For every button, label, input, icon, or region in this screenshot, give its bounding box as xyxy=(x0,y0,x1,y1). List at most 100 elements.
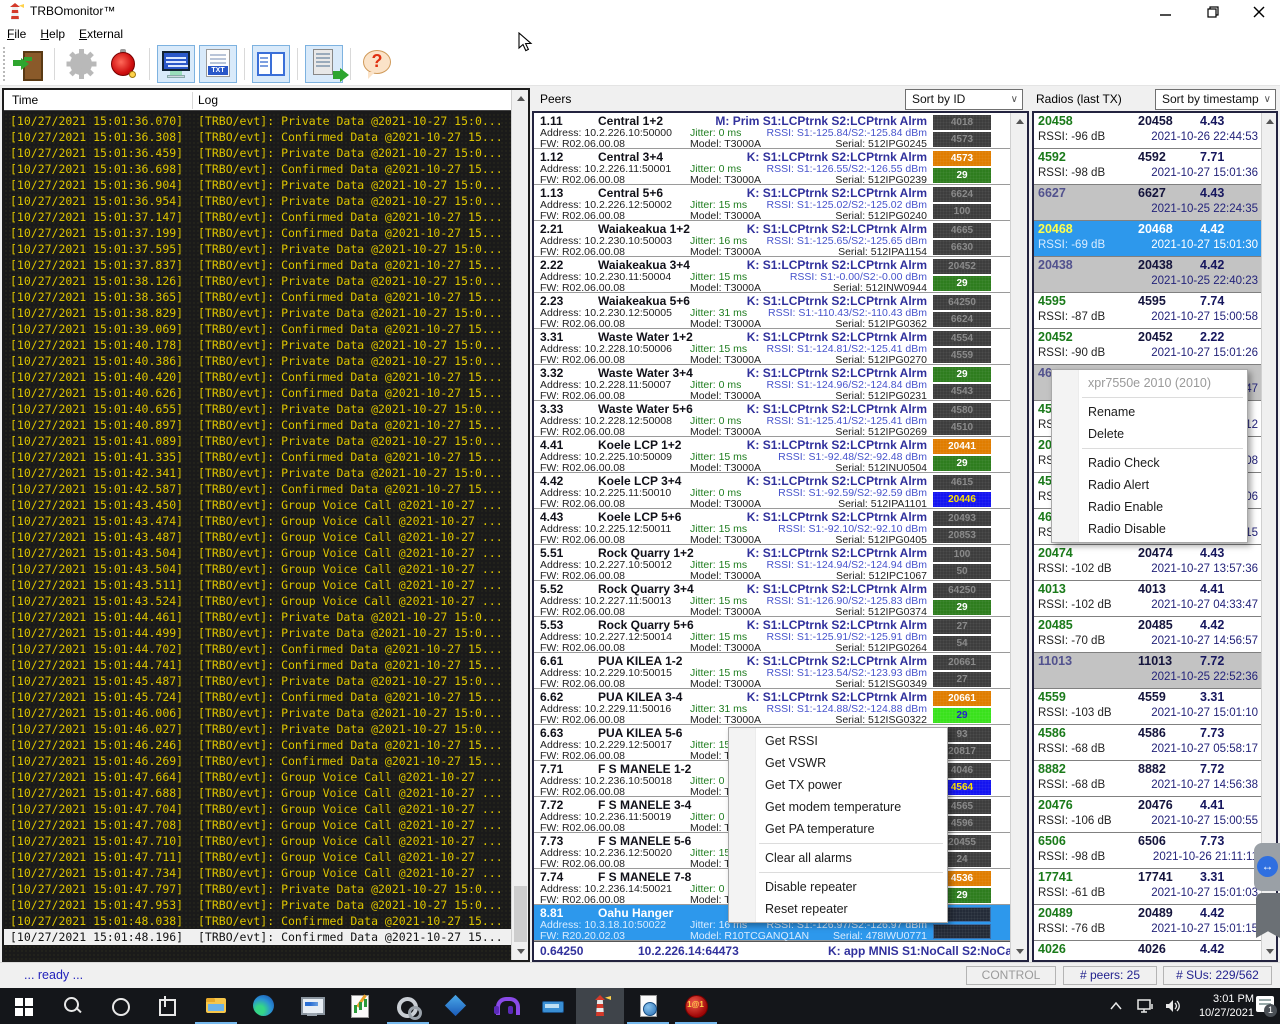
log-row[interactable]: [10/27/2021 15:01:37.199][TRBO/evt]: Con… xyxy=(4,225,511,241)
peer-row[interactable]: 4.43Koele LCP 5+6K: S1:LCPtrnk S2:LCPtrn… xyxy=(534,509,1011,545)
radio-row[interactable]: 459545957.74RSSI: -87 dB2021-10-27 15:00… xyxy=(1034,293,1261,329)
restore-button[interactable] xyxy=(1196,0,1230,24)
menu-item-rename[interactable]: Rename xyxy=(1052,401,1247,423)
log-row[interactable]: [10/27/2021 15:01:43.474][TRBO/evt]: Gro… xyxy=(4,513,511,529)
log-scroll-thumb[interactable] xyxy=(514,886,527,942)
log-row[interactable]: [10/27/2021 15:01:40.178][TRBO/evt]: Pri… xyxy=(4,337,511,353)
radios-scrollbar[interactable] xyxy=(1261,113,1276,960)
log-row[interactable]: [10/27/2021 15:01:37.147][TRBO/evt]: Con… xyxy=(4,209,511,225)
radio-row[interactable]: 402640264.42 xyxy=(1034,941,1261,962)
log-column-divider[interactable] xyxy=(192,92,193,109)
taskbar-log-viewer[interactable] xyxy=(336,988,384,1024)
peers-scrollbar[interactable] xyxy=(1010,113,1027,960)
log-row[interactable]: [10/27/2021 15:01:43.504][TRBO/evt]: Gro… xyxy=(4,561,511,577)
taskbar-device-app[interactable] xyxy=(528,988,576,1024)
log-row[interactable]: [10/27/2021 15:01:47.734][TRBO/evt]: Gro… xyxy=(4,865,511,881)
log-row[interactable]: [10/27/2021 15:01:38.365][TRBO/evt]: Con… xyxy=(4,289,511,305)
alarm-bell-button[interactable] xyxy=(104,45,142,83)
radio-row[interactable]: 20468204684.42RSSI: -69 dB2021-10-27 15:… xyxy=(1034,221,1261,257)
log-row[interactable]: [10/27/2021 15:01:47.708][TRBO/evt]: Gro… xyxy=(4,817,511,833)
exit-door-button[interactable] xyxy=(9,45,47,83)
log-row[interactable]: [10/27/2021 15:01:36.954][TRBO/evt]: Pri… xyxy=(4,193,511,209)
scroll-down-icon[interactable] xyxy=(512,943,529,960)
log-scrollbar[interactable] xyxy=(511,90,528,960)
menu-item-disable-repeater[interactable]: Disable repeater xyxy=(729,876,947,898)
log-row[interactable]: [10/27/2021 15:01:43.524][TRBO/evt]: Gro… xyxy=(4,593,511,609)
log-row[interactable]: [10/27/2021 15:01:36.308][TRBO/evt]: Con… xyxy=(4,129,511,145)
minimize-button[interactable] xyxy=(1148,0,1182,24)
menu-item-radio-alert[interactable]: Radio Alert xyxy=(1052,474,1247,496)
monitor-log-button[interactable] xyxy=(157,45,195,83)
log-row[interactable]: [10/27/2021 15:01:43.504][TRBO/evt]: Gro… xyxy=(4,545,511,561)
radio-row[interactable]: 20458204584.43RSSI: -96 dB2021-10-26 22:… xyxy=(1034,113,1261,149)
taskbar-search[interactable] xyxy=(48,988,96,1024)
radio-row[interactable]: 20485204854.42RSSI: -70 dB2021-10-27 14:… xyxy=(1034,617,1261,653)
menu-item-get-pa-temperature[interactable]: Get PA temperature xyxy=(729,818,947,840)
log-row[interactable]: [10/27/2021 15:01:45.487][TRBO/evt]: Pri… xyxy=(4,673,511,689)
log-row[interactable]: [10/27/2021 15:01:48.038][TRBO/evt]: Con… xyxy=(4,913,511,929)
log-row[interactable]: [10/27/2021 15:01:36.070][TRBO/evt]: Pri… xyxy=(4,113,511,129)
log-row[interactable]: [10/27/2021 15:01:38.829][TRBO/evt]: Pri… xyxy=(4,305,511,321)
radio-row[interactable]: 650665067.73RSSI: -98 dB2021-10-26 21:11… xyxy=(1034,833,1261,869)
taskbar-trbomonitor[interactable] xyxy=(576,988,624,1024)
peer-row[interactable]: 1.12Central 3+4K: S1:LCPtrnk S2:LCPtrnk … xyxy=(534,149,1011,185)
log-row[interactable]: [10/27/2021 15:01:46.027][TRBO/evt]: Pri… xyxy=(4,721,511,737)
menu-file[interactable]: File xyxy=(0,27,33,41)
log-row[interactable]: [10/27/2021 15:01:47.797][TRBO/evt]: Pri… xyxy=(4,881,511,897)
log-row[interactable]: [10/27/2021 15:01:46.269][TRBO/evt]: Con… xyxy=(4,753,511,769)
taskbar-settings-gears[interactable] xyxy=(384,988,432,1024)
log-row[interactable]: [10/27/2021 15:01:40.626][TRBO/evt]: Con… xyxy=(4,385,511,401)
tray-clock[interactable]: 3:01 PM 10/27/2021 xyxy=(1188,992,1254,1020)
log-row[interactable]: [10/27/2021 15:01:40.386][TRBO/evt]: Pri… xyxy=(4,353,511,369)
peers-sort-dropdown[interactable]: Sort by ID ∨ xyxy=(905,89,1023,110)
log-row[interactable]: [10/27/2021 15:01:47.710][TRBO/evt]: Gro… xyxy=(4,833,511,849)
peer-row[interactable]: 1.11Central 1+2M: Prim S1:LCPtrnk S2:LCP… xyxy=(534,113,1011,149)
radio-row[interactable]: 20489204894.42RSSI: -76 dB2021-10-27 15:… xyxy=(1034,905,1261,941)
menu-external[interactable]: External xyxy=(72,27,130,41)
radio-row[interactable]: 20452204522.22RSSI: -90 dB2021-10-27 15:… xyxy=(1034,329,1261,365)
menu-item-delete[interactable]: Delete xyxy=(1052,423,1247,445)
taskbar-task-view[interactable] xyxy=(144,988,192,1024)
log-row[interactable]: [10/27/2021 15:01:42.341][TRBO/evt]: Pri… xyxy=(4,465,511,481)
taskbar-document-globe[interactable] xyxy=(624,988,672,1024)
log-row[interactable]: [10/27/2021 15:01:42.587][TRBO/evt]: Con… xyxy=(4,481,511,497)
peer-row[interactable]: 5.52Rock Quarry 3+4K: S1:LCPtrnk S2:LCPt… xyxy=(534,581,1011,617)
radio-row[interactable]: 20438204384.422021-10-25 22:40:23 xyxy=(1034,257,1261,293)
log-row[interactable]: [10/27/2021 15:01:37.837][TRBO/evt]: Con… xyxy=(4,257,511,273)
log-row[interactable]: [10/27/2021 15:01:36.904][TRBO/evt]: Pri… xyxy=(4,177,511,193)
text-log-button[interactable]: TXT xyxy=(199,45,237,83)
tray-chevron-up-icon[interactable] xyxy=(1102,988,1130,1024)
radio-row[interactable]: 662766274.432021-10-25 22:24:35 xyxy=(1034,185,1261,221)
menu-item-get-tx-power[interactable]: Get TX power xyxy=(729,774,947,796)
tray-network-icon[interactable] xyxy=(1132,988,1160,1024)
menu-item-get-rssi[interactable]: Get RSSI xyxy=(729,730,947,752)
radio-row[interactable]: 455945593.31RSSI: -103 dB2021-10-27 15:0… xyxy=(1034,689,1261,725)
log-row[interactable]: [10/27/2021 15:01:43.511][TRBO/evt]: Gro… xyxy=(4,577,511,593)
scroll-down-icon[interactable] xyxy=(1262,943,1277,960)
taskbar-start[interactable] xyxy=(0,988,48,1024)
log-row[interactable]: [10/27/2021 15:01:47.664][TRBO/evt]: Gro… xyxy=(4,769,511,785)
scroll-up-icon[interactable] xyxy=(512,90,529,107)
menu-item-radio-disable[interactable]: Radio Disable xyxy=(1052,518,1247,540)
scroll-up-icon[interactable] xyxy=(1011,113,1028,130)
taskbar-edge[interactable] xyxy=(240,988,288,1024)
help-button[interactable]: ? xyxy=(358,45,396,83)
peer-row[interactable]: 3.32Waste Water 3+4K: S1:LCPtrnk S2:LCPt… xyxy=(534,365,1011,401)
peer-row[interactable]: 2.23Waiakeakua 5+6K: S1:LCPtrnk S2:LCPtr… xyxy=(534,293,1011,329)
log-row[interactable]: [10/27/2021 15:01:44.499][TRBO/evt]: Pri… xyxy=(4,625,511,641)
export-data-button[interactable] xyxy=(305,45,343,83)
log-row[interactable]: [10/27/2021 15:01:40.655][TRBO/evt]: Pri… xyxy=(4,401,511,417)
log-row[interactable]: [10/27/2021 15:01:38.126][TRBO/evt]: Pri… xyxy=(4,273,511,289)
close-button[interactable] xyxy=(1242,0,1276,24)
peer-row[interactable]: 1.13Central 5+6K: S1:LCPtrnk S2:LCPtrnk … xyxy=(534,185,1011,221)
log-row[interactable]: [10/27/2021 15:01:47.953][TRBO/evt]: Pri… xyxy=(4,897,511,913)
remote-widget-tab-lower[interactable] xyxy=(1256,893,1280,938)
peer-row[interactable]: 4.42Koele LCP 3+4K: S1:LCPtrnk S2:LCPtrn… xyxy=(534,473,1011,509)
log-row[interactable]: [10/27/2021 15:01:36.459][TRBO/evt]: Pri… xyxy=(4,145,511,161)
log-row[interactable]: [10/27/2021 15:01:39.069][TRBO/evt]: Con… xyxy=(4,321,511,337)
peer-row[interactable]: 2.21Waiakeakua 1+2K: S1:LCPtrnk S2:LCPtr… xyxy=(534,221,1011,257)
log-row[interactable]: [10/27/2021 15:01:47.704][TRBO/evt]: Gro… xyxy=(4,801,511,817)
radio-row[interactable]: 458645867.73RSSI: -68 dB2021-10-27 05:58… xyxy=(1034,725,1261,761)
taskbar-headset-app[interactable] xyxy=(480,988,528,1024)
log-row[interactable]: [10/27/2021 15:01:37.595][TRBO/evt]: Pri… xyxy=(4,241,511,257)
